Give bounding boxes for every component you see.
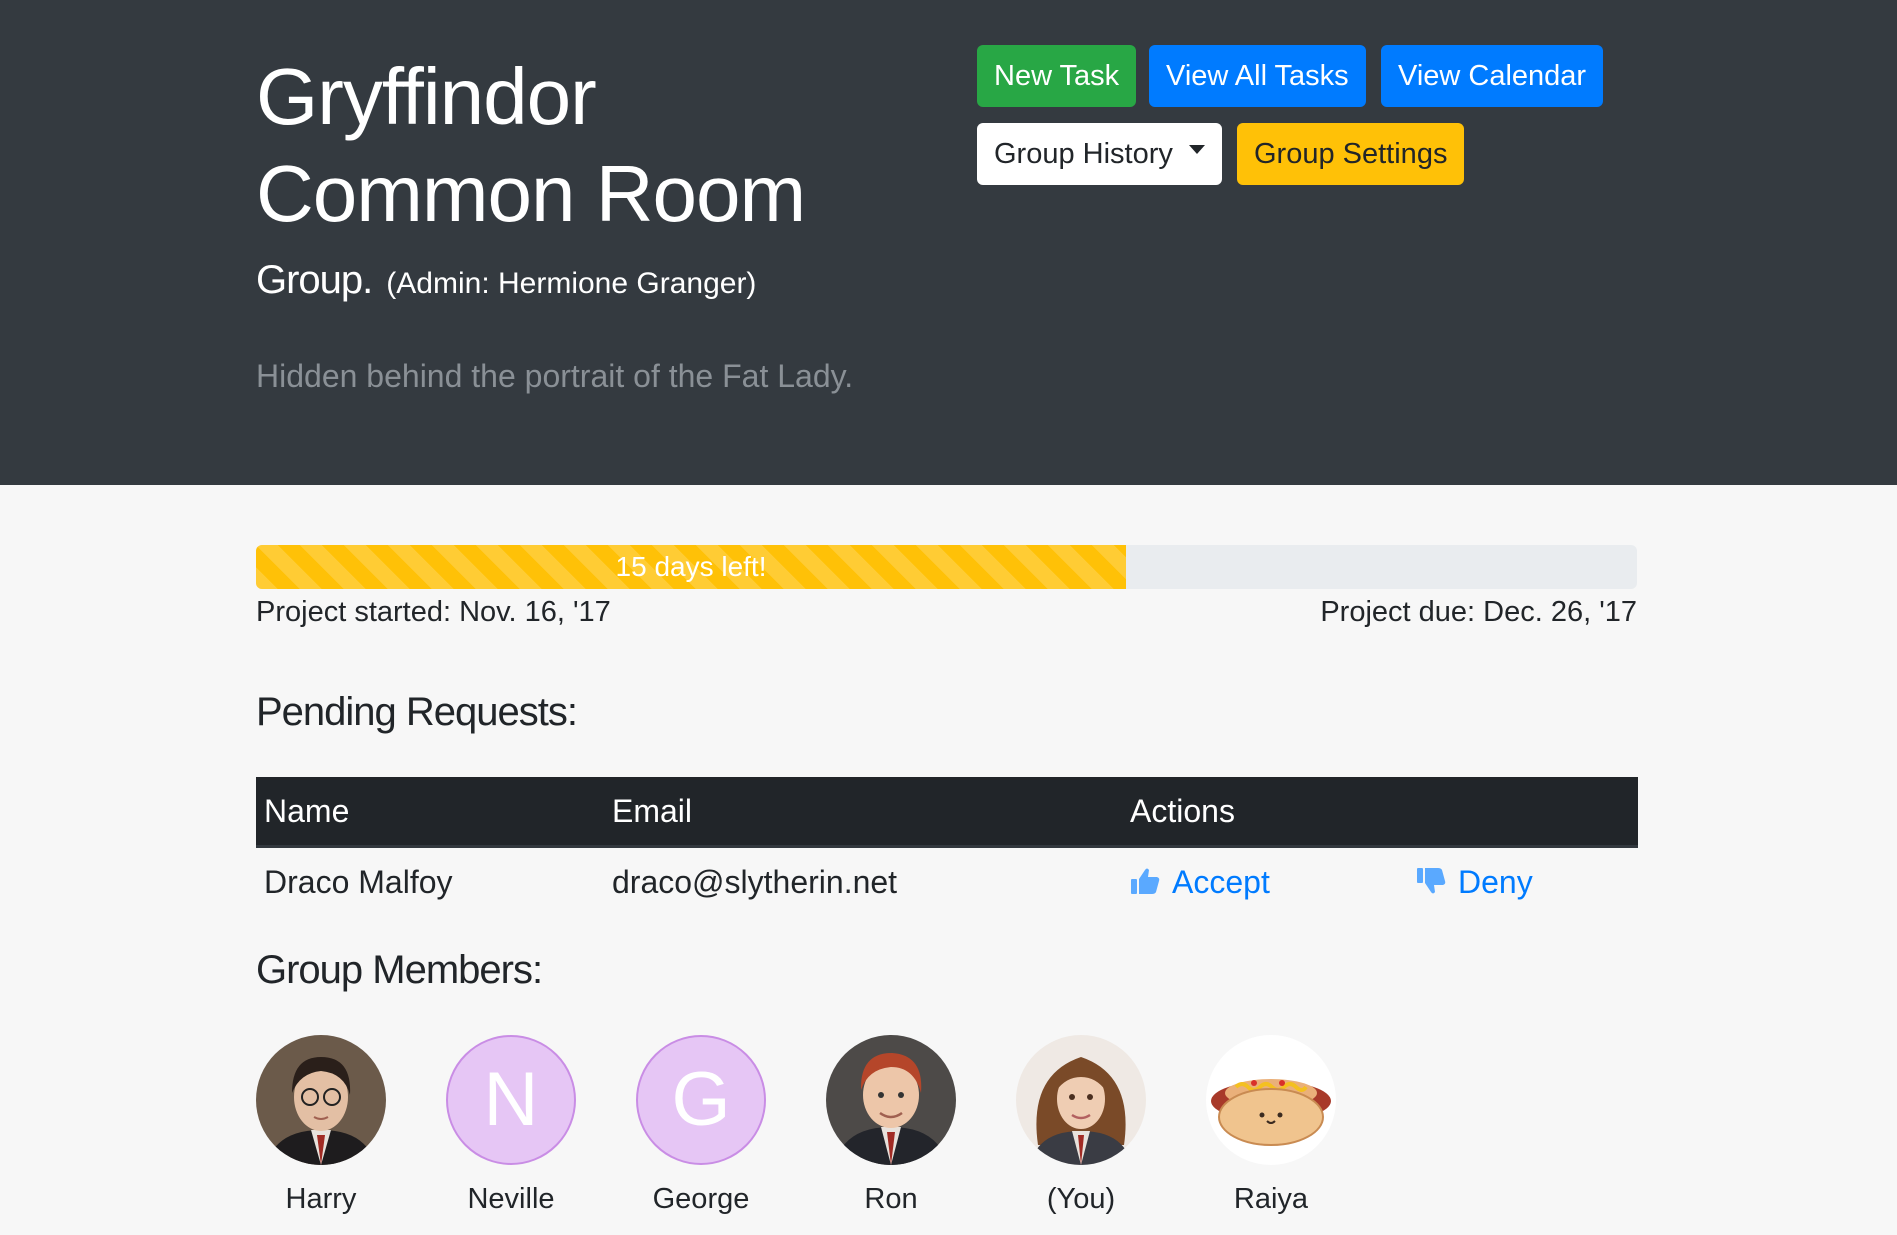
member-george[interactable]: G George <box>636 1035 766 1216</box>
ron-photo-avatar <box>826 1035 956 1165</box>
request-name: Draco Malfoy <box>264 863 453 900</box>
avatar <box>826 1035 956 1165</box>
header: Gryffindor Common Room Group. (Admin: Her… <box>0 0 1897 485</box>
pending-requests-table: Name Email Actions Draco Malfoy draco@sl… <box>256 777 1638 916</box>
group-settings-button[interactable]: Group Settings <box>1237 123 1465 185</box>
column-header-name: Name <box>256 777 604 848</box>
view-all-tasks-button[interactable]: View All Tasks <box>1149 45 1366 107</box>
member-you[interactable]: (You) <box>1016 1035 1146 1216</box>
group-subtitle: Group. (Admin: Hermione Granger) <box>256 258 756 303</box>
project-start-date: Project started: Nov. 16, '17 <box>256 596 611 628</box>
thumbs-down-icon <box>1417 868 1446 894</box>
accept-button[interactable]: Accept <box>1130 864 1270 900</box>
hermione-photo-avatar <box>1016 1035 1146 1165</box>
member-name: Neville <box>467 1183 555 1215</box>
deny-button[interactable]: Deny <box>1416 864 1533 900</box>
member-ron[interactable]: Ron <box>826 1035 956 1216</box>
avatar <box>1016 1035 1146 1165</box>
accept-label: Accept <box>1172 863 1270 900</box>
column-header-email: Email <box>604 777 1122 848</box>
harry-photo-avatar <box>256 1035 386 1165</box>
member-name: Raiya <box>1233 1183 1309 1215</box>
group-title-line2: Common Room <box>256 149 806 238</box>
group-type-label: Group. <box>256 258 373 302</box>
group-description: Hidden behind the portrait of the Fat La… <box>256 358 854 394</box>
member-harry[interactable]: Harry <box>256 1035 386 1216</box>
chevron-down-icon <box>1188 144 1205 154</box>
column-header-actions: Actions <box>1122 777 1638 848</box>
group-history-label: Group History <box>994 138 1173 170</box>
avatar <box>256 1035 386 1165</box>
progress-bar: 15 days left! <box>256 545 1127 589</box>
group-members-heading: Group Members: <box>256 948 543 992</box>
member-name: Ron <box>864 1183 918 1215</box>
avatar <box>1206 1035 1336 1165</box>
group-title: Gryffindor Common Room <box>256 48 896 242</box>
project-due-date: Project due: Dec. 26, '17 <box>1320 596 1637 628</box>
progress-track: 15 days left! <box>256 545 1637 589</box>
pending-requests-heading: Pending Requests: <box>256 690 578 734</box>
table-header-row: Name Email Actions <box>256 777 1638 848</box>
member-name: George <box>652 1183 750 1215</box>
request-email: draco@slytherin.net <box>612 863 898 900</box>
letter-avatar: G <box>636 1035 766 1165</box>
view-calendar-button[interactable]: View Calendar <box>1381 45 1604 107</box>
member-name: Harry <box>285 1183 357 1215</box>
group-title-line1: Gryffindor <box>256 52 597 141</box>
hotdog-icon <box>1211 1079 1331 1146</box>
deny-label: Deny <box>1458 863 1533 900</box>
admin-label: (Admin: Hermione Granger) <box>386 267 757 300</box>
group-history-dropdown[interactable]: Group History <box>977 123 1222 185</box>
table-row: Draco Malfoy draco@slytherin.net Accept … <box>256 847 1638 917</box>
member-raiya[interactable]: Raiya <box>1206 1035 1336 1216</box>
member-name: (You) <box>1046 1183 1116 1215</box>
thumbs-up-icon <box>1131 868 1160 895</box>
new-task-button[interactable]: New Task <box>977 45 1137 107</box>
letter-avatar: N <box>446 1035 576 1165</box>
member-neville[interactable]: N Neville <box>446 1035 576 1216</box>
